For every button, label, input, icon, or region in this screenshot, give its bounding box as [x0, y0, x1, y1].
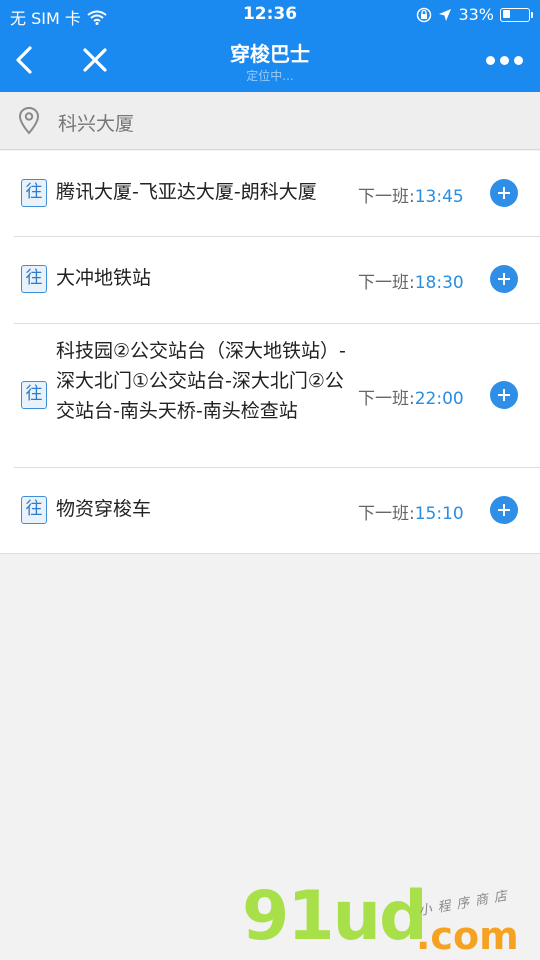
- add-route-button[interactable]: [490, 179, 518, 207]
- route-row[interactable]: 往 腾讯大厦-飞亚达大厦-朗科大厦 下一班:13:45: [0, 151, 540, 236]
- route-row[interactable]: 往 科技园②公交站台（深大地铁站）-深大北门①公交站台-深大北门②公交站台-南头…: [0, 323, 540, 467]
- map-pin-icon: [18, 106, 40, 135]
- page-title: 穿梭巴士: [230, 42, 310, 66]
- route-row[interactable]: 往 大冲地铁站 下一班:18:30: [0, 236, 540, 323]
- battery-icon: [500, 7, 533, 22]
- add-route-button[interactable]: [490, 265, 518, 293]
- next-departure-label: 下一班:: [358, 504, 415, 524]
- location-label: 科兴大厦: [58, 113, 135, 135]
- next-departure-time: 22:00: [414, 389, 464, 409]
- add-route-button[interactable]: [490, 496, 518, 524]
- next-departure: 下一班:22:00: [358, 384, 464, 409]
- route-row[interactable]: 往 物资穿梭车 下一班:15:10: [0, 467, 540, 553]
- route-list: 往 腾讯大厦-飞亚达大厦-朗科大厦 下一班:13:45 往 大冲地铁站 下一班:…: [0, 151, 540, 554]
- more-dot: [514, 55, 523, 65]
- page-subtitle: 定位中...: [246, 69, 294, 83]
- next-departure: 下一班:15:10: [358, 499, 464, 524]
- orientation-lock-icon: [417, 7, 432, 22]
- route-name: 大冲地铁站: [56, 267, 152, 289]
- next-departure-label: 下一班:: [358, 187, 415, 207]
- more-dot: [486, 55, 495, 65]
- route-name: 腾讯大厦-飞亚达大厦-朗科大厦: [56, 181, 317, 203]
- location-arrow-icon: [439, 8, 452, 21]
- next-departure-label: 下一班:: [358, 273, 415, 293]
- watermark-main: 91ud: [242, 877, 428, 956]
- next-departure: 下一班:18:30: [358, 268, 464, 293]
- direction-badge: 往: [21, 179, 47, 207]
- direction-badge: 往: [21, 381, 47, 409]
- route-name: 物资穿梭车: [56, 498, 152, 520]
- more-dot: [500, 55, 509, 65]
- status-right-group: 33%: [416, 5, 533, 24]
- next-departure-time: 18:30: [414, 273, 464, 293]
- add-route-button[interactable]: [490, 381, 518, 409]
- next-departure-time: 15:10: [414, 504, 464, 524]
- watermark-logo: 91ud 小程序商店 .com: [240, 880, 540, 960]
- battery-percent: 33%: [458, 5, 494, 24]
- header: 无 SIM 卡 12:36 33% 穿梭巴士 定位中...: [0, 0, 540, 92]
- location-bar[interactable]: 科兴大厦: [0, 92, 540, 150]
- next-departure-label: 下一班:: [358, 389, 415, 409]
- more-icon[interactable]: [486, 52, 524, 68]
- direction-badge: 往: [21, 265, 47, 293]
- direction-badge: 往: [21, 496, 47, 524]
- watermark-dotcom: .com: [416, 914, 519, 958]
- nav-bar: 穿梭巴士 定位中...: [0, 30, 540, 92]
- status-bar: 无 SIM 卡 12:36 33%: [0, 0, 540, 30]
- route-name: 科技园②公交站台（深大地铁站）-深大北门①公交站台-深大北门②公交站台-南头天桥…: [56, 340, 346, 422]
- next-departure: 下一班:13:45: [358, 182, 464, 207]
- next-departure-time: 13:45: [414, 187, 464, 207]
- battery-fill: [502, 10, 511, 18]
